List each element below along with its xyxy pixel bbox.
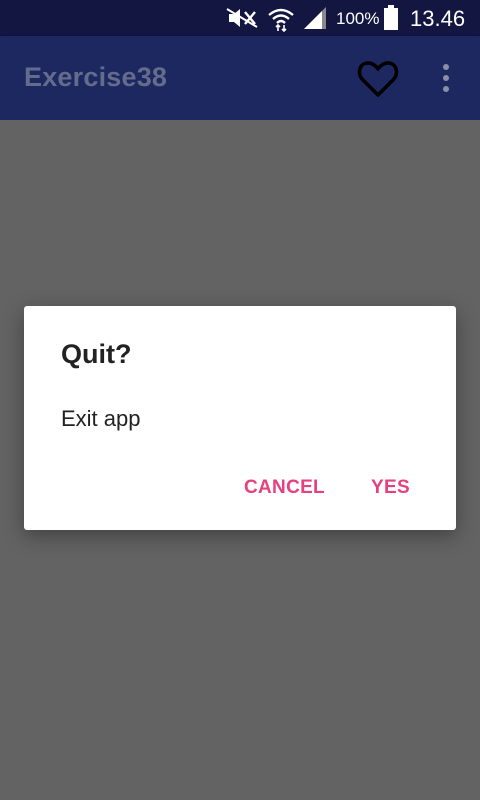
clock: 13.46	[410, 6, 466, 31]
more-vert-icon[interactable]	[432, 62, 460, 96]
battery-icon	[384, 5, 398, 30]
app-title: Exercise38	[24, 62, 168, 92]
signal-icon	[304, 7, 326, 29]
dialog-title: Quit?	[61, 339, 132, 369]
mute-icon	[226, 8, 258, 28]
battery-percent: 100%	[336, 9, 380, 28]
app-bar: Exercise38	[0, 36, 480, 120]
quit-dialog: Quit? Exit app CANCEL YES	[24, 306, 456, 530]
cancel-button[interactable]: CANCEL	[244, 477, 325, 499]
heart-icon[interactable]	[356, 58, 400, 100]
yes-button[interactable]: YES	[371, 477, 410, 499]
dialog-message: Exit app	[61, 406, 141, 431]
status-bar: 100% 13.46	[0, 0, 480, 36]
wifi-icon	[268, 8, 294, 32]
